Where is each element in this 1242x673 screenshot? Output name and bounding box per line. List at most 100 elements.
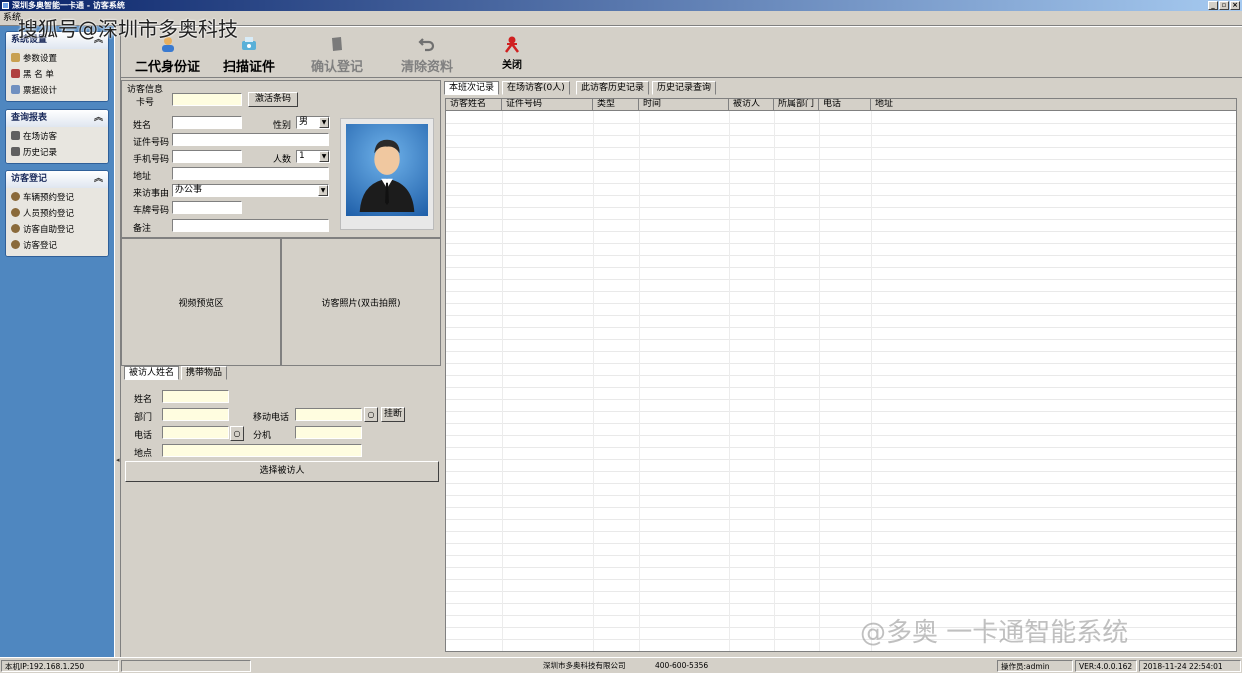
col-address[interactable]: 地址: [871, 99, 1236, 111]
visitor-icon: [11, 208, 20, 217]
confirm-button[interactable]: 确认登记: [311, 35, 363, 75]
chevron-down-icon[interactable]: ▼: [318, 185, 328, 196]
sidebar-item-vehicle-booking[interactable]: 车辆预约登记: [6, 190, 108, 206]
phone-input[interactable]: [172, 150, 242, 163]
panel-header[interactable]: 访客登记 ︽: [6, 171, 108, 188]
grid-row-line: [446, 171, 1236, 172]
sidebar-item-label: 在场访客: [23, 132, 58, 142]
location-label: 地点: [134, 449, 153, 459]
sidebar-item-history[interactable]: 历史记录: [6, 145, 108, 161]
collapse-icon[interactable]: ︽: [94, 171, 103, 188]
sidebar-item-label: 访客自助登记: [23, 225, 75, 235]
toolbar: 二代身份证 扫描证件 确认登记 清除资料 关闭: [121, 26, 1242, 78]
ticket-design-icon: [11, 85, 20, 94]
plate-input[interactable]: [172, 201, 242, 214]
sidebar-item-label: 访客登记: [23, 241, 58, 251]
chevron-down-icon[interactable]: ▼: [319, 151, 329, 162]
host-tel-input[interactable]: [162, 426, 229, 439]
select-host-button[interactable]: 选择被访人: [125, 461, 439, 482]
activate-barcode-button[interactable]: 激活条码: [248, 92, 298, 107]
grid-row-line: [446, 507, 1236, 508]
chevron-down-icon[interactable]: ▼: [319, 117, 329, 128]
grid-row-line: [446, 495, 1236, 496]
splitter-arrow-icon[interactable]: ◂: [116, 456, 120, 464]
sidebar-item-label: 车辆预约登记: [23, 193, 75, 203]
count-select[interactable]: 1 ▼: [296, 150, 330, 163]
col-phone[interactable]: 电话: [819, 99, 871, 111]
col-department[interactable]: 所属部门: [774, 99, 819, 111]
tab-history-query[interactable]: 历史记录查询: [652, 81, 717, 95]
sidebar-item-onsite[interactable]: 在场访客: [6, 129, 108, 145]
name-input[interactable]: [172, 116, 242, 129]
grid-row-line: [446, 543, 1236, 544]
col-time[interactable]: 时间: [639, 99, 729, 111]
close-button[interactable]: 关闭: [502, 35, 522, 71]
video-preview-area[interactable]: 视频预览区: [121, 238, 281, 366]
address-label: 地址: [133, 172, 152, 182]
sidebar-item-ticket-design[interactable]: 票据设计: [6, 83, 108, 99]
tab-onsite-visitors[interactable]: 在场访客(0人): [502, 81, 570, 95]
status-ip: 本机IP:192.168.1.250: [1, 660, 119, 672]
tab-host-name[interactable]: 被访人姓名: [124, 366, 180, 380]
grid-row-line: [446, 519, 1236, 520]
ext-input[interactable]: [295, 426, 362, 439]
grid-row-line: [446, 567, 1236, 568]
tab-shift-records[interactable]: 本班次记录: [444, 81, 500, 95]
address-input[interactable]: [172, 167, 329, 180]
grid-row-line: [446, 351, 1236, 352]
dial-mobile-button[interactable]: ○: [364, 407, 378, 422]
splitter[interactable]: ◂: [114, 26, 121, 657]
visitor-info-group: 访客信息 卡号 激活条码 姓名 性别 男 ▼ 证件号码 手机号码 人数 1 ▼ 地址…: [121, 80, 441, 238]
restore-button[interactable]: ▫: [1219, 1, 1229, 10]
col-visitor-name[interactable]: 访客姓名: [446, 99, 502, 111]
col-type[interactable]: 类型: [593, 99, 639, 111]
col-host[interactable]: 被访人: [729, 99, 774, 111]
photo-background: [346, 124, 428, 216]
grid-row-line: [446, 183, 1236, 184]
sidebar-item-visitor-register[interactable]: 访客登记: [6, 238, 108, 254]
sidebar-item-self-register[interactable]: 访客自助登记: [6, 222, 108, 238]
grid-col-line: [593, 111, 594, 651]
hangup-button[interactable]: 挂断: [381, 407, 405, 422]
location-input[interactable]: [162, 444, 362, 457]
visitor-photo-area[interactable]: 访客照片(双击拍照): [281, 238, 441, 366]
grid-row-line: [446, 459, 1236, 460]
reason-select[interactable]: 办公事 ▼: [172, 184, 329, 197]
grid-row-line: [446, 255, 1236, 256]
close-window-button[interactable]: ×: [1230, 1, 1240, 10]
status-datetime: 2018-11-24 22:54:01: [1139, 660, 1241, 672]
sidebar-item-person-booking[interactable]: 人员预约登记: [6, 206, 108, 222]
card-input[interactable]: [172, 93, 242, 106]
col-id-number[interactable]: 证件号码: [502, 99, 593, 111]
grid-row-line: [446, 387, 1236, 388]
grid-col-line: [871, 111, 872, 651]
status-operator: 操作员:admin: [997, 660, 1073, 672]
records-grid[interactable]: 访客姓名 证件号码 类型 时间 被访人 所属部门 电话 地址: [445, 98, 1237, 652]
host-name-input[interactable]: [162, 390, 229, 403]
panel-header[interactable]: 查询报表 ︽: [6, 110, 108, 127]
clear-button[interactable]: 清除资料: [401, 35, 453, 75]
panel-visitor-register: 访客登记 ︽ 车辆预约登记 人员预约登记 访客自助登记 访客登记: [5, 170, 109, 257]
sidebar-item-blacklist[interactable]: 黑 名 单: [6, 67, 108, 83]
dial-tel-button[interactable]: ○: [230, 426, 244, 441]
id-card-label: 二代身份证: [135, 60, 201, 75]
grid-row-line: [446, 195, 1236, 196]
mobile-input[interactable]: [295, 408, 362, 421]
id-number-input[interactable]: [172, 133, 329, 146]
tab-visitor-history[interactable]: 此访客历史记录: [576, 81, 650, 95]
remark-input[interactable]: [172, 219, 329, 232]
gender-select[interactable]: 男 ▼: [296, 116, 330, 129]
collapse-icon[interactable]: ︽: [94, 110, 103, 127]
title-bar: 深圳多奥智能一卡通 - 访客系统 _ ▫ ×: [0, 0, 1242, 11]
sidebar-item-params[interactable]: 参数设置: [6, 51, 108, 67]
records-area: 本班次记录 在场访客(0人) 此访客历史记录 历史记录查询 访客姓名 证件号码 …: [443, 78, 1242, 656]
person-avatar-icon: [359, 139, 415, 212]
minimize-button[interactable]: _: [1208, 1, 1218, 10]
grid-row-line: [446, 375, 1236, 376]
tab-belongings[interactable]: 携带物品: [181, 366, 228, 380]
host-dept-input[interactable]: [162, 408, 229, 421]
grid-row-line: [446, 471, 1236, 472]
settings-icon: [11, 53, 20, 62]
ext-label: 分机: [253, 431, 272, 441]
plate-label: 车牌号码: [133, 206, 170, 216]
